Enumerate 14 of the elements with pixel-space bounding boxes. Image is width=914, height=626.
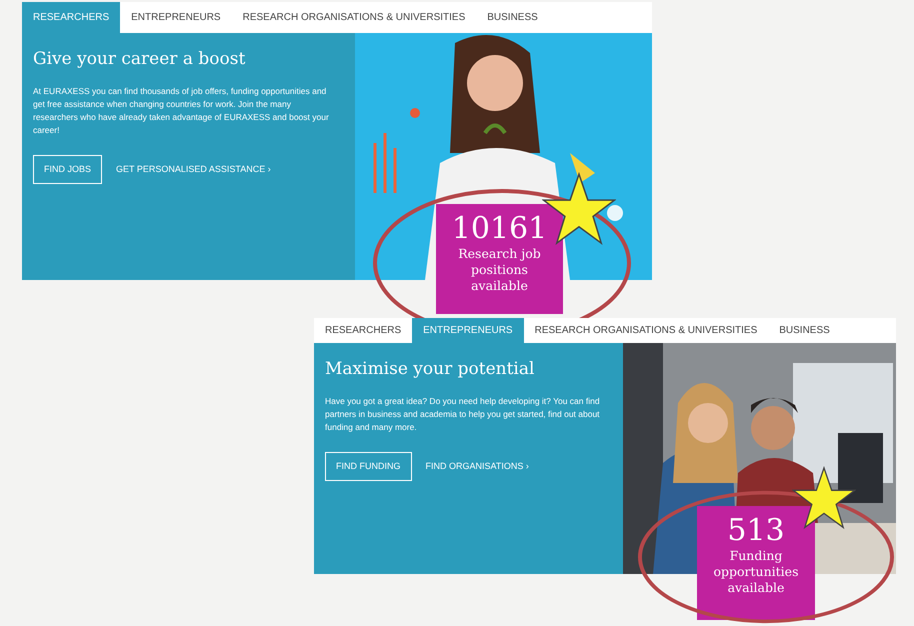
hero-text: Have you got a great idea? Do you need help developing it? You can find partners in business and academia to help you get started, find out about funding and many more.	[325, 394, 601, 434]
stat-badge: 10161 Research job positions available	[436, 204, 563, 314]
hero-title: Maximise your potential	[325, 358, 536, 381]
hero-title: Give your career a boost	[33, 48, 246, 71]
star-icon	[792, 466, 856, 530]
hero-text: At EURAXESS you can find thousands of job offers, funding opportunities and get free assistance when changing countries for work. Join the many researchers who have already taken advantage of EURAXESS and boost your career!	[33, 84, 330, 136]
tab[interactable]: RESEARCH ORGANISATIONS & UNIVERSITIES	[524, 318, 768, 343]
tab[interactable]: RESEARCHERS	[314, 318, 412, 343]
tab[interactable]: BUSINESS	[476, 2, 549, 33]
tab[interactable]: BUSINESS	[768, 318, 841, 343]
stat-badge: 513 Funding opportunities available	[697, 506, 815, 620]
tab[interactable]: RESEARCH ORGANISATIONS & UNIVERSITIES	[232, 2, 476, 33]
star-icon	[542, 172, 616, 246]
tab[interactable]: ENTREPRENEURS	[120, 2, 232, 33]
